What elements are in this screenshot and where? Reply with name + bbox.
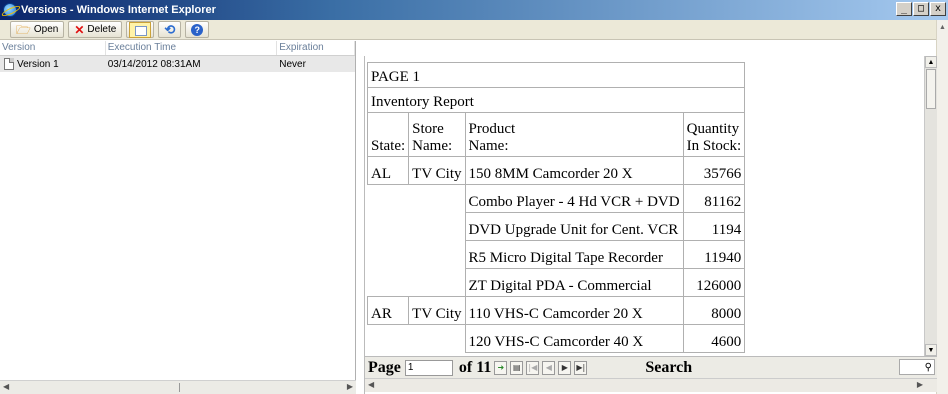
search-label: Search xyxy=(645,358,693,376)
column-header-quantity: Quantity In Stock: xyxy=(682,112,746,157)
report-vertical-scrollbar[interactable]: ▲ ▼ xyxy=(924,56,937,356)
column-header-product-name: Product Name: xyxy=(464,112,684,157)
window-title-bar: Versions - Windows Internet Explorer _ □… xyxy=(0,0,948,20)
table-row: Combo Player - 4 Hd VCR + DVD 81162 xyxy=(368,184,752,213)
product-cell: DVD Upgrade Unit for Cent. VCR xyxy=(464,212,684,241)
table-row: R5 Micro Digital Tape Recorder 11940 xyxy=(368,240,752,269)
scroll-up-arrow-icon[interactable]: ▲ xyxy=(925,56,937,68)
report-horizontal-scrollbar[interactable]: ◀ ▶ xyxy=(365,378,937,392)
quantity-cell: 81162 xyxy=(682,184,746,213)
scroll-right-arrow-icon[interactable]: ▶ xyxy=(347,382,353,391)
version-list-pane: Version Execution Time Expiration Versio… xyxy=(0,41,356,394)
scroll-right-arrow-icon[interactable]: ▶ xyxy=(917,380,923,389)
column-header-version[interactable]: Version xyxy=(0,41,106,55)
page-title: PAGE 1 xyxy=(366,62,746,88)
column-header-state: State: xyxy=(366,112,410,157)
inventory-report-table: PAGE 1 Inventory Report State: Store Name… xyxy=(366,62,752,353)
product-cell: 120 VHS-C Camcorder 40 X xyxy=(464,324,684,353)
table-row: ZT Digital PDA - Commercial 126000 xyxy=(368,268,752,297)
scroll-left-arrow-icon[interactable]: ◀ xyxy=(3,382,9,391)
binoculars-icon[interactable]: ⚲ xyxy=(925,362,932,373)
window-scrollbar[interactable]: ▲ xyxy=(936,20,948,394)
next-page-icon[interactable]: ▶ xyxy=(558,360,572,375)
state-cell: AL xyxy=(366,156,410,185)
column-header-store-name: Store Name: xyxy=(408,112,466,157)
go-page-icon[interactable]: ➜ xyxy=(494,360,508,375)
delete-button[interactable]: ✕ Delete xyxy=(68,21,123,38)
previous-page-icon[interactable]: ◀ xyxy=(542,360,556,375)
scroll-left-arrow-icon[interactable]: ◀ xyxy=(368,380,374,389)
column-header-expiration[interactable]: Expiration xyxy=(277,41,355,55)
open-button[interactable]: 🗁 Open xyxy=(10,21,65,38)
scroll-down-arrow-icon[interactable]: ▼ xyxy=(925,344,937,356)
page-navigation-bar: Page 1 of 11 ➜ ▤ |◀ ◀ ▶ ▶| Search ⚲ xyxy=(365,356,937,378)
column-header-execution-time[interactable]: Execution Time xyxy=(106,41,278,55)
help-icon: ? xyxy=(191,23,204,36)
table-row: 120 VHS-C Camcorder 40 X 4600 xyxy=(368,324,752,353)
quantity-cell: 1194 xyxy=(682,212,746,241)
quantity-cell: 11940 xyxy=(682,240,746,269)
table-row: AR TV City 110 VHS-C Camcorder 20 X 8000 xyxy=(366,296,752,325)
page-count-label: of 11 xyxy=(458,358,492,376)
open-label: Open xyxy=(33,24,59,35)
maximize-button[interactable]: □ xyxy=(913,2,929,16)
minimize-button[interactable]: _ xyxy=(896,2,912,16)
folder-open-icon: 🗁 xyxy=(16,22,31,37)
window-controls: _ □ x xyxy=(896,2,946,16)
scroll-thumb[interactable] xyxy=(14,383,180,392)
layout-icon xyxy=(129,21,152,38)
document-icon xyxy=(4,58,14,70)
table-row: AL TV City 150 8MM Camcorder 20 X 35766 xyxy=(366,156,752,185)
search-input[interactable]: ⚲ xyxy=(899,359,935,375)
report-area: PAGE 1 Inventory Report State: Store Name… xyxy=(365,56,924,356)
product-cell: 110 VHS-C Camcorder 20 X xyxy=(464,296,684,325)
window-title: Versions - Windows Internet Explorer xyxy=(21,4,216,16)
expiration-cell: Never xyxy=(279,58,306,70)
last-page-icon[interactable]: ▶| xyxy=(574,360,588,375)
toolbar: 🗁 Open ✕ Delete ⟲ ? xyxy=(0,20,936,40)
close-button[interactable]: x xyxy=(930,2,946,16)
version-cell: Version 1 xyxy=(0,58,106,70)
scroll-up-arrow-icon[interactable]: ▲ xyxy=(937,24,948,31)
product-cell: Combo Player - 4 Hd VCR + DVD xyxy=(464,184,684,213)
quantity-cell: 35766 xyxy=(682,156,746,185)
page-label: Page xyxy=(368,358,401,376)
version-name: Version 1 xyxy=(17,58,59,70)
refresh-button[interactable]: ⟲ xyxy=(158,21,182,38)
delete-label: Delete xyxy=(87,24,117,35)
report-title: Inventory Report xyxy=(366,87,746,113)
delete-x-icon: ✕ xyxy=(74,22,85,37)
first-page-icon[interactable]: |◀ xyxy=(526,360,540,375)
ie-logo-icon xyxy=(3,3,17,17)
quantity-cell: 126000 xyxy=(682,268,746,297)
store-cell: TV City xyxy=(408,296,466,325)
print-icon[interactable]: ▤ xyxy=(510,360,524,375)
list-item[interactable]: Version 1 03/14/2012 08:31AM Never xyxy=(0,56,355,72)
product-cell: ZT Digital PDA - Commercial xyxy=(464,268,684,297)
product-cell: 150 8MM Camcorder 20 X xyxy=(464,156,684,185)
list-header: Version Execution Time Expiration xyxy=(0,41,355,56)
store-cell: TV City xyxy=(408,156,466,185)
layout-button[interactable] xyxy=(126,21,155,38)
table-row: DVD Upgrade Unit for Cent. VCR 1194 xyxy=(368,212,752,241)
quantity-cell: 8000 xyxy=(682,296,746,325)
execution-time-cell: 03/14/2012 08:31AM xyxy=(107,58,201,70)
state-cell: AR xyxy=(366,296,410,325)
refresh-icon: ⟲ xyxy=(164,21,176,37)
report-viewer: PAGE 1 Inventory Report State: Store Name… xyxy=(364,56,937,394)
scroll-thumb[interactable] xyxy=(926,69,936,109)
list-horizontal-scrollbar[interactable]: ◀ ▶ xyxy=(0,380,356,394)
product-cell: R5 Micro Digital Tape Recorder xyxy=(464,240,684,269)
help-button[interactable]: ? xyxy=(185,21,210,38)
page-number-input[interactable]: 1 xyxy=(404,359,453,376)
quantity-cell: 4600 xyxy=(682,324,746,353)
